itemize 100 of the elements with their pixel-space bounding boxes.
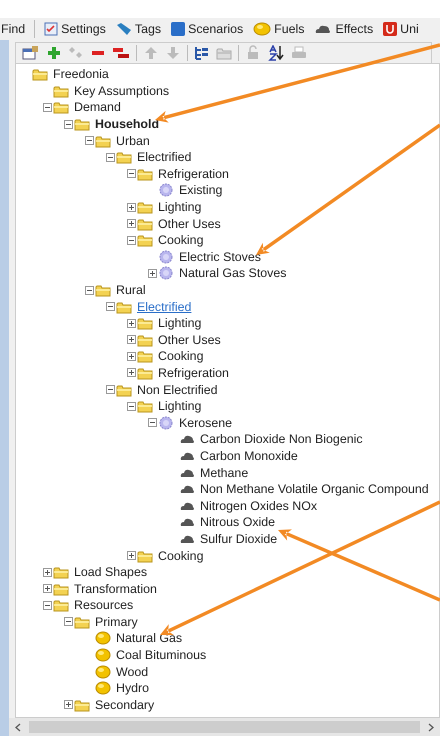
horizontal-scrollbar[interactable] xyxy=(9,718,440,736)
toolbar-button[interactable]: Settings xyxy=(43,22,107,36)
sort-icon xyxy=(267,45,285,61)
expand-toggle[interactable] xyxy=(127,352,136,361)
tree-item[interactable]: Cooking xyxy=(157,233,204,248)
tree-item[interactable]: Freedonia xyxy=(52,67,110,82)
tree-item[interactable]: Non Methane Volatile Organic Compound xyxy=(199,482,430,496)
tree-item[interactable]: Nitrogen Oxides NOx xyxy=(199,498,318,513)
toolbar-button[interactable]: Tags xyxy=(114,22,162,36)
expand-toggle[interactable] xyxy=(127,202,136,212)
folder-icon xyxy=(116,382,132,397)
toolbar-button[interactable] xyxy=(194,45,210,61)
tree-item[interactable]: Hydro xyxy=(115,681,150,696)
tree-item[interactable]: Resources xyxy=(73,598,134,612)
folder-icon xyxy=(137,332,153,347)
tree-item[interactable]: Existing xyxy=(178,183,224,198)
toolbar-button[interactable]: Effects xyxy=(313,22,374,36)
expand-toggle[interactable] xyxy=(127,335,136,344)
tree-item[interactable]: Non Electrified xyxy=(136,382,219,397)
toolbar-button[interactable] xyxy=(22,45,40,61)
tree-item[interactable]: Household xyxy=(94,117,160,132)
expand-toggle[interactable] xyxy=(127,169,136,178)
tree-item[interactable]: Carbon Dioxide Non Biogenic xyxy=(199,432,364,446)
expand-toggle[interactable] xyxy=(85,136,94,146)
expand-toggle[interactable] xyxy=(127,551,136,560)
tree-item[interactable]: Lighting xyxy=(157,399,202,414)
expand-toggle[interactable] xyxy=(127,402,136,411)
expand-toggle[interactable] xyxy=(43,102,52,112)
expand-toggle[interactable] xyxy=(127,236,136,245)
tree-item[interactable]: Nitrous Oxide xyxy=(199,515,276,530)
tree-item[interactable]: Urban xyxy=(115,134,151,148)
expand-toggle[interactable] xyxy=(43,600,52,610)
tree-item[interactable]: Key Assumptions xyxy=(73,84,170,98)
expand-toggle[interactable] xyxy=(127,368,136,378)
folder-icon xyxy=(137,548,153,563)
up-arrow-icon xyxy=(143,45,159,61)
tree-item[interactable]: Rural xyxy=(115,283,147,298)
scroll-right-icon[interactable] xyxy=(428,722,434,732)
tree-item[interactable]: Cooking xyxy=(157,349,204,364)
expand-toggle[interactable] xyxy=(127,219,136,228)
tree-item[interactable]: Secondary xyxy=(94,698,156,712)
tag-icon xyxy=(116,22,132,36)
tree-item[interactable]: Cooking xyxy=(157,548,204,563)
tree-item[interactable]: Lighting xyxy=(157,200,202,214)
sphere-icon xyxy=(95,664,111,679)
toolbar-button[interactable]: Find xyxy=(0,22,26,36)
sphere-icon xyxy=(95,681,111,696)
unit-icon xyxy=(383,22,398,36)
toolbar-button[interactable]: Fuels xyxy=(252,22,306,36)
folder-icon xyxy=(137,233,153,248)
folder-icon xyxy=(116,150,132,164)
tree-item[interactable]: Transformation xyxy=(73,582,158,596)
tree-item[interactable]: Lighting xyxy=(157,316,202,330)
tree-item[interactable]: Primary xyxy=(94,614,139,629)
gear-icon xyxy=(158,416,174,430)
folder-icon xyxy=(74,117,90,132)
expand-toggle[interactable] xyxy=(106,152,115,162)
folder-icon xyxy=(137,316,153,330)
expand-toggle[interactable] xyxy=(148,418,157,428)
expand-toggle[interactable] xyxy=(127,318,136,328)
scroll-left-icon[interactable] xyxy=(15,722,21,732)
toolbar-button[interactable] xyxy=(267,45,285,61)
tree-item[interactable]: Demand xyxy=(73,100,122,114)
tree-item[interactable]: Sulfur Dioxide xyxy=(199,532,278,546)
tree-item[interactable]: Methane xyxy=(199,466,250,480)
tree-item[interactable]: Natural Gas Stoves xyxy=(178,266,288,280)
tree-item[interactable]: Other Uses xyxy=(157,332,222,347)
tree-item[interactable]: Refrigeration xyxy=(157,166,230,181)
tree-item[interactable]: Refrigeration xyxy=(157,366,230,380)
expand-toggle[interactable] xyxy=(106,385,115,394)
tree-item[interactable]: Kerosene xyxy=(178,416,234,430)
tree-item[interactable]: Coal Bituminous xyxy=(115,648,208,662)
expand-toggle[interactable] xyxy=(64,120,73,129)
expand-toggle[interactable] xyxy=(85,286,94,295)
folder-icon xyxy=(137,216,153,231)
folder-icon xyxy=(137,349,153,364)
tree-item[interactable]: Carbon Monoxide xyxy=(199,448,299,463)
folder-icon xyxy=(74,614,90,629)
expand-toggle[interactable] xyxy=(148,268,157,278)
folder-icon xyxy=(32,67,48,82)
tree-item[interactable]: Electrified xyxy=(136,300,192,314)
folder-icon xyxy=(137,366,153,380)
expand-toggle[interactable] xyxy=(64,700,73,710)
tree-item[interactable]: Electrified xyxy=(136,150,192,164)
toolbar-button[interactable]: Scenarios xyxy=(170,22,244,36)
tree-item[interactable]: Other Uses xyxy=(157,216,222,231)
folder-icon xyxy=(74,698,90,712)
expand-toggle[interactable] xyxy=(64,617,73,626)
tree-item[interactable]: Electric Stoves xyxy=(178,250,262,264)
tree-item[interactable]: Wood xyxy=(115,664,150,679)
folder-icon xyxy=(53,100,69,114)
window-icon xyxy=(22,45,40,61)
gear-icon xyxy=(158,183,174,198)
expand-toggle[interactable] xyxy=(106,302,115,312)
expand-toggle[interactable] xyxy=(43,568,52,577)
tree-item[interactable]: Load Shapes xyxy=(73,565,148,580)
sphere-icon xyxy=(253,22,272,36)
expand-toggle[interactable] xyxy=(43,584,52,594)
toolbar-button[interactable]: Uni xyxy=(382,22,420,36)
tree-icon xyxy=(194,45,210,61)
